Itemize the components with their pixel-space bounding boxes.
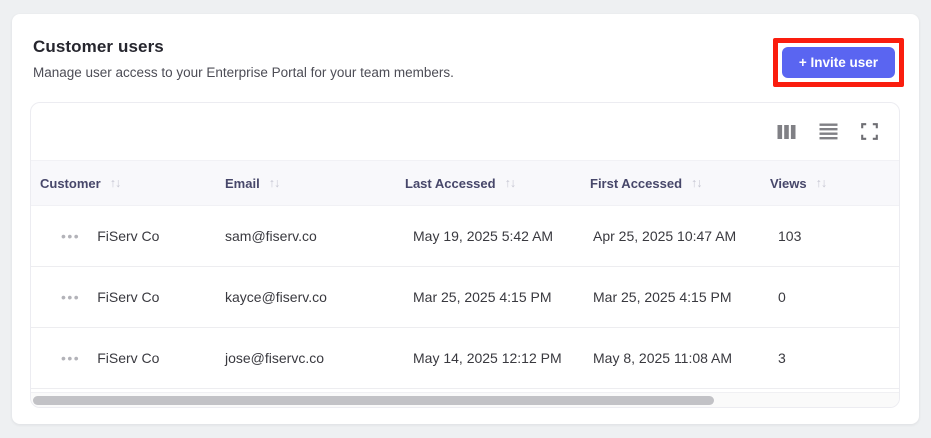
page-subtitle: Manage user access to your Enterprise Po… xyxy=(33,65,454,80)
customer-users-card: Customer users Manage user access to you… xyxy=(12,14,919,424)
last-accessed-cell: Mar 25, 2025 4:15 PM xyxy=(413,289,552,305)
views-cell: 3 xyxy=(778,350,786,366)
expand-icon[interactable] xyxy=(861,123,878,140)
last-accessed-cell: May 14, 2025 12:12 PM xyxy=(413,350,562,366)
card-header: Customer users Manage user access to you… xyxy=(12,14,919,87)
last-accessed-cell: May 19, 2025 5:42 AM xyxy=(413,228,554,244)
views-cell: 0 xyxy=(778,289,786,305)
highlight-box: + Invite user xyxy=(772,38,904,87)
email-cell: kayce@fiserv.co xyxy=(225,289,327,305)
first-accessed-cell: May 8, 2025 11:08 AM xyxy=(593,350,733,366)
customer-name: FiServ Co xyxy=(97,228,160,244)
column-header-customer[interactable]: Customer ↑↓ xyxy=(31,176,216,191)
column-header-views[interactable]: Views ↑↓ xyxy=(761,176,899,191)
column-header-last-accessed[interactable]: Last Accessed ↑↓ xyxy=(396,176,581,191)
row-menu-icon[interactable]: ••• xyxy=(61,351,80,365)
customer-cell: ••• FiServ Co xyxy=(31,289,216,305)
sort-icon[interactable]: ↑↓ xyxy=(110,176,121,190)
horizontal-scrollbar[interactable] xyxy=(31,392,899,407)
table-toolbar xyxy=(31,103,899,160)
customer-cell: ••• FiServ Co xyxy=(31,228,216,244)
table-row: ••• FiServ Co jose@fiservc.co May 14, 20… xyxy=(31,328,899,389)
email-cell: sam@fiserv.co xyxy=(225,228,317,244)
sort-icon[interactable]: ↑↓ xyxy=(269,176,280,190)
table-header-row: Customer ↑↓ Email ↑↓ Last Accessed ↑↓ Fi… xyxy=(31,160,899,206)
columns-icon[interactable] xyxy=(777,124,796,140)
first-accessed-cell: Apr 25, 2025 10:47 AM xyxy=(593,228,737,244)
sort-icon[interactable]: ↑↓ xyxy=(816,176,827,190)
customer-name: FiServ Co xyxy=(97,350,160,366)
sort-icon[interactable]: ↑↓ xyxy=(505,176,516,190)
page-title: Customer users xyxy=(33,37,164,56)
email-cell: jose@fiservc.co xyxy=(225,350,325,366)
row-menu-icon[interactable]: ••• xyxy=(61,229,80,243)
invite-user-button[interactable]: + Invite user xyxy=(781,47,895,78)
views-cell: 103 xyxy=(778,228,802,244)
customer-cell: ••• FiServ Co xyxy=(31,350,216,366)
column-header-first-accessed[interactable]: First Accessed ↑↓ xyxy=(581,176,761,191)
row-menu-icon[interactable]: ••• xyxy=(61,290,80,304)
column-header-email[interactable]: Email ↑↓ xyxy=(216,176,396,191)
users-table-container: Customer ↑↓ Email ↑↓ Last Accessed ↑↓ Fi… xyxy=(30,102,900,408)
table-row: ••• FiServ Co sam@fiserv.co May 19, 2025… xyxy=(31,206,899,267)
scrollbar-thumb[interactable] xyxy=(33,395,714,405)
customer-name: FiServ Co xyxy=(97,289,160,305)
first-accessed-cell: Mar 25, 2025 4:15 PM xyxy=(593,289,732,305)
rows-icon[interactable] xyxy=(819,123,838,140)
sort-icon[interactable]: ↑↓ xyxy=(691,176,702,190)
table-row: ••• FiServ Co kayce@fiserv.co Mar 25, 20… xyxy=(31,267,899,328)
